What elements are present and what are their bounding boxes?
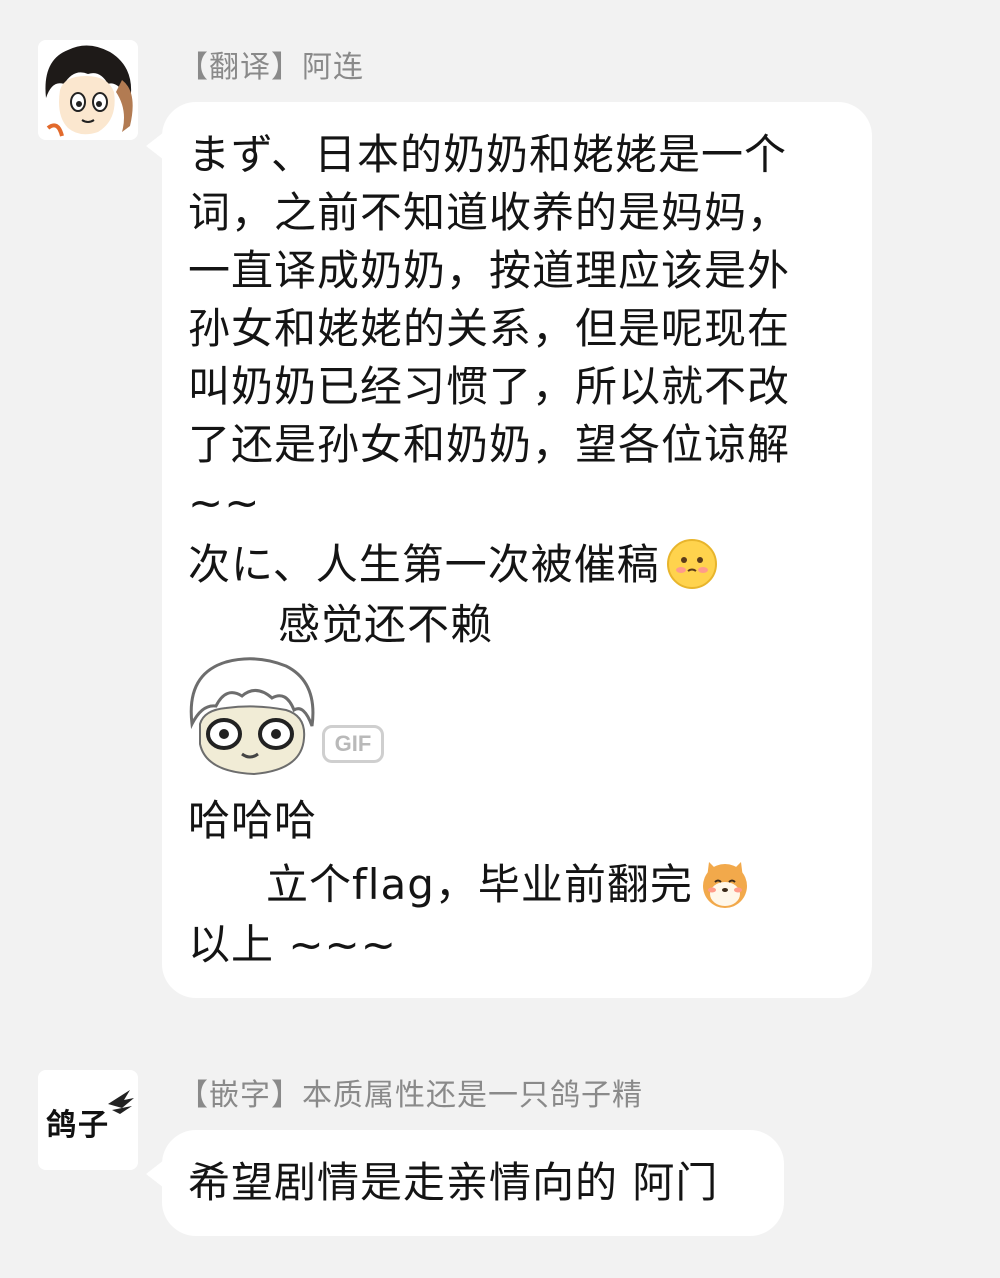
anime-boy-avatar-icon xyxy=(38,40,138,140)
wide-eyed-sticker-icon xyxy=(186,654,318,778)
message-text: 次に、人生第一次被催稿 xyxy=(188,540,660,589)
message-line: 词，之前不知道收养的是妈妈， xyxy=(188,188,791,237)
avatar[interactable] xyxy=(38,40,138,140)
shiba-dog-emoji-icon xyxy=(702,861,747,908)
blushing-face-emoji-icon xyxy=(666,538,717,589)
message-line: まず、日本的奶奶和姥姥是一个 xyxy=(188,130,788,179)
message-line: 希望剧情是走亲情向的 阿门 xyxy=(188,1158,719,1207)
message-line-with-emoji: 立个flag，毕业前翻完 xyxy=(266,860,751,914)
message-line-with-emoji: 次に、人生第一次被催稿 xyxy=(188,538,718,594)
message-line: 叫奶奶已经习惯了，所以就不改 xyxy=(188,362,791,411)
message-line: ~~ xyxy=(188,478,261,527)
sender-name: 【嵌字】本质属性还是一只鸽子精 xyxy=(178,1078,643,1113)
gif-sticker[interactable] xyxy=(186,654,318,778)
message-line: 了还是孙女和奶奶，望各位谅解 xyxy=(188,420,791,469)
message-text: 立个flag，毕业前翻完 xyxy=(266,860,693,909)
avatar-label: 鸽子 xyxy=(46,1108,110,1143)
message-line: 一直译成奶奶，按道理应该是外 xyxy=(188,246,791,295)
message-line: 哈哈哈 xyxy=(188,796,318,845)
gif-badge: GIF xyxy=(322,725,384,763)
message-line: 孙女和姥姥的关系，但是呢现在 xyxy=(188,304,791,353)
message-line: 感觉还不赖 xyxy=(278,600,494,649)
message-line: 以上 ~~~ xyxy=(188,920,397,969)
sender-name: 【翻译】阿连 xyxy=(178,50,364,85)
